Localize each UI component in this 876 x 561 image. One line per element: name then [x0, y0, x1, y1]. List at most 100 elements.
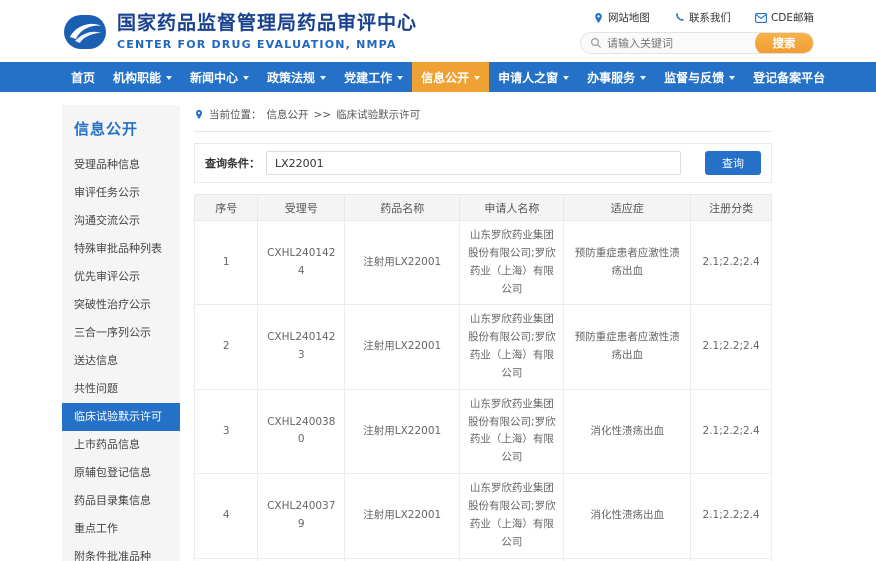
breadcrumb-prefix: 当前位置： [209, 107, 262, 122]
cell-seq: 1 [195, 221, 258, 305]
content: 信息公开 受理品种信息 审评任务公示 沟通交流公示 特殊审批品种列表 优先审评公… [62, 92, 814, 561]
col-header-indication: 适应症 [564, 195, 691, 221]
table-body: 1 CXHL2401424 注射用LX22001 山东罗欣药业集团股份有限公司;… [195, 221, 772, 561]
nav-item-info-disclosure[interactable]: 信息公开 [412, 62, 489, 92]
query-label: 查询条件： [205, 155, 260, 171]
sidebar-item-special-approval-list[interactable]: 特殊审批品种列表 [62, 235, 180, 263]
cell-acceptance-no: CXHL2401424 [258, 221, 345, 305]
search-button[interactable]: 搜索 [755, 32, 813, 54]
nav-item-label: 新闻中心 [190, 69, 238, 86]
table-row[interactable]: 3 CXHL2400380 注射用LX22001 山东罗欣药业集团股份有限公司;… [195, 389, 772, 473]
quick-link-contact[interactable]: 联系我们 [674, 10, 731, 25]
cell-indication: 预防重症患者应激性溃疡出血 [564, 221, 691, 305]
sidebar-item-drug-catalog[interactable]: 药品目录集信息 [62, 487, 180, 515]
header-right: 网站地图 联系我们 CDE邮箱 [580, 9, 814, 54]
chevron-down-icon [563, 76, 569, 80]
sidebar-item-common-issues[interactable]: 共性问题 [62, 375, 180, 403]
search-icon [590, 37, 602, 49]
table-row[interactable]: 2 CXHL2401423 注射用LX22001 山东罗欣药业集团股份有限公司;… [195, 305, 772, 389]
cell-seq: 4 [195, 474, 258, 558]
quick-link-mail[interactable]: CDE邮箱 [755, 10, 814, 25]
sidebar-item-accepted-varieties[interactable]: 受理品种信息 [62, 151, 180, 179]
sidebar-title: 信息公开 [62, 105, 180, 151]
nav-item-supervision-feedback[interactable]: 监督与反馈 [655, 62, 744, 92]
sidebar-item-marketed-drugs[interactable]: 上市药品信息 [62, 431, 180, 459]
nav-item-label: 申请人之窗 [498, 69, 558, 86]
chevron-down-icon [640, 76, 646, 80]
chevron-down-icon [729, 76, 735, 80]
nav-item-label: 办事服务 [587, 69, 635, 86]
sidebar-item-key-work[interactable]: 重点工作 [62, 515, 180, 543]
nav-item-policies[interactable]: 政策法规 [258, 62, 335, 92]
sidebar-item-delivery-info[interactable]: 送达信息 [62, 347, 180, 375]
location-pin-icon [194, 109, 204, 120]
cell-indication: 消化性溃疡出血 [564, 389, 691, 473]
nav-item-functions[interactable]: 机构职能 [104, 62, 181, 92]
sidebar-item-communication[interactable]: 沟通交流公示 [62, 207, 180, 235]
main-nav: 首页 机构职能 新闻中心 政策法规 党建工作 信息公开 申请人之窗 办事服务 监… [0, 62, 876, 92]
query-input[interactable] [266, 151, 681, 175]
nav-item-label: 政策法规 [267, 69, 315, 86]
nav-item-applicant-window[interactable]: 申请人之窗 [489, 62, 578, 92]
nav-item-label: 党建工作 [344, 69, 392, 86]
cell-acceptance-no: CXHL2400379 [258, 474, 345, 558]
col-header-reg-category: 注册分类 [691, 195, 772, 221]
sidebar-item-priority-review[interactable]: 优先审评公示 [62, 263, 180, 291]
site-subtitle: CENTER FOR DRUG EVALUATION, NMPA [117, 38, 417, 51]
page: 国家药品监督管理局药品审评中心 CENTER FOR DRUG EVALUATI… [0, 0, 876, 561]
cell-reg-category: 2.1;2.2;2.4 [691, 474, 772, 558]
sidebar-item-conditional-approval[interactable]: 附条件批准品种 [62, 543, 180, 561]
mail-icon [755, 13, 767, 23]
nav-item-label: 首页 [71, 69, 95, 86]
nav-item-party-building[interactable]: 党建工作 [335, 62, 412, 92]
nav-item-registration-platform[interactable]: 登记备案平台 [744, 62, 834, 92]
nav-inner: 首页 机构职能 新闻中心 政策法规 党建工作 信息公开 申请人之窗 办事服务 监… [62, 62, 814, 92]
cell-seq: 3 [195, 389, 258, 473]
nav-item-news[interactable]: 新闻中心 [181, 62, 258, 92]
breadcrumb-section-link[interactable]: 信息公开 [267, 107, 309, 122]
chevron-down-icon [166, 76, 172, 80]
nav-item-label: 信息公开 [421, 69, 469, 86]
nav-item-label: 监督与反馈 [664, 69, 724, 86]
cell-seq: 2 [195, 305, 258, 389]
table-row[interactable]: 1 CXHL2401424 注射用LX22001 山东罗欣药业集团股份有限公司;… [195, 221, 772, 305]
query-bar: 查询条件： 查询 [194, 143, 772, 183]
col-header-seq: 序号 [195, 195, 258, 221]
table-header: 序号 受理号 药品名称 申请人名称 适应症 注册分类 [195, 195, 772, 221]
cell-reg-category: 2.1;2.2;2.4 [691, 221, 772, 305]
nav-item-services[interactable]: 办事服务 [578, 62, 655, 92]
col-header-drug-name: 药品名称 [345, 195, 460, 221]
cell-reg-category: 2.1;2.2;2.4 [691, 305, 772, 389]
table-row[interactable]: 4 CXHL2400379 注射用LX22001 山东罗欣药业集团股份有限公司;… [195, 474, 772, 558]
col-header-acceptance-no: 受理号 [258, 195, 345, 221]
quick-link-sitemap[interactable]: 网站地图 [593, 10, 650, 25]
sidebar-item-excipient-registration[interactable]: 原辅包登记信息 [62, 459, 180, 487]
query-button[interactable]: 查询 [705, 151, 761, 175]
cell-indication: 预防重症患者应激性溃疡出血 [564, 305, 691, 389]
map-pin-icon [593, 12, 604, 24]
sidebar: 信息公开 受理品种信息 审评任务公示 沟通交流公示 特殊审批品种列表 优先审评公… [62, 105, 180, 561]
search-input[interactable] [607, 37, 755, 50]
chevron-down-icon [397, 76, 403, 80]
chevron-down-icon [243, 76, 249, 80]
nav-item-home[interactable]: 首页 [62, 62, 104, 92]
results-table: 序号 受理号 药品名称 申请人名称 适应症 注册分类 1 CXHL2401424… [194, 194, 772, 561]
sidebar-item-clinical-trial-implied-license[interactable]: 临床试验默示许可 [62, 403, 180, 431]
cell-indication: 消化性溃疡出血 [564, 474, 691, 558]
cell-acceptance-no: CXHL2401423 [258, 305, 345, 389]
brand-text: 国家药品监督管理局药品审评中心 CENTER FOR DRUG EVALUATI… [117, 12, 417, 51]
sidebar-item-breakthrough-therapy[interactable]: 突破性治疗公示 [62, 291, 180, 319]
brand[interactable]: 国家药品监督管理局药品审评中心 CENTER FOR DRUG EVALUATI… [62, 9, 417, 54]
chevron-down-icon [320, 76, 326, 80]
cell-drug-name: 注射用LX22001 [345, 389, 460, 473]
breadcrumb-current-link[interactable]: 临床试验默示许可 [336, 107, 420, 122]
table-header-row: 序号 受理号 药品名称 申请人名称 适应症 注册分类 [195, 195, 772, 221]
cell-drug-name: 注射用LX22001 [345, 221, 460, 305]
quick-link-label: 联系我们 [689, 10, 731, 25]
sidebar-item-review-tasks[interactable]: 审评任务公示 [62, 179, 180, 207]
quick-link-label: 网站地图 [608, 10, 650, 25]
cell-drug-name: 注射用LX22001 [345, 474, 460, 558]
sidebar-item-three-in-one[interactable]: 三合一序列公示 [62, 319, 180, 347]
search-box: 搜索 [580, 32, 814, 54]
phone-icon [674, 12, 685, 23]
